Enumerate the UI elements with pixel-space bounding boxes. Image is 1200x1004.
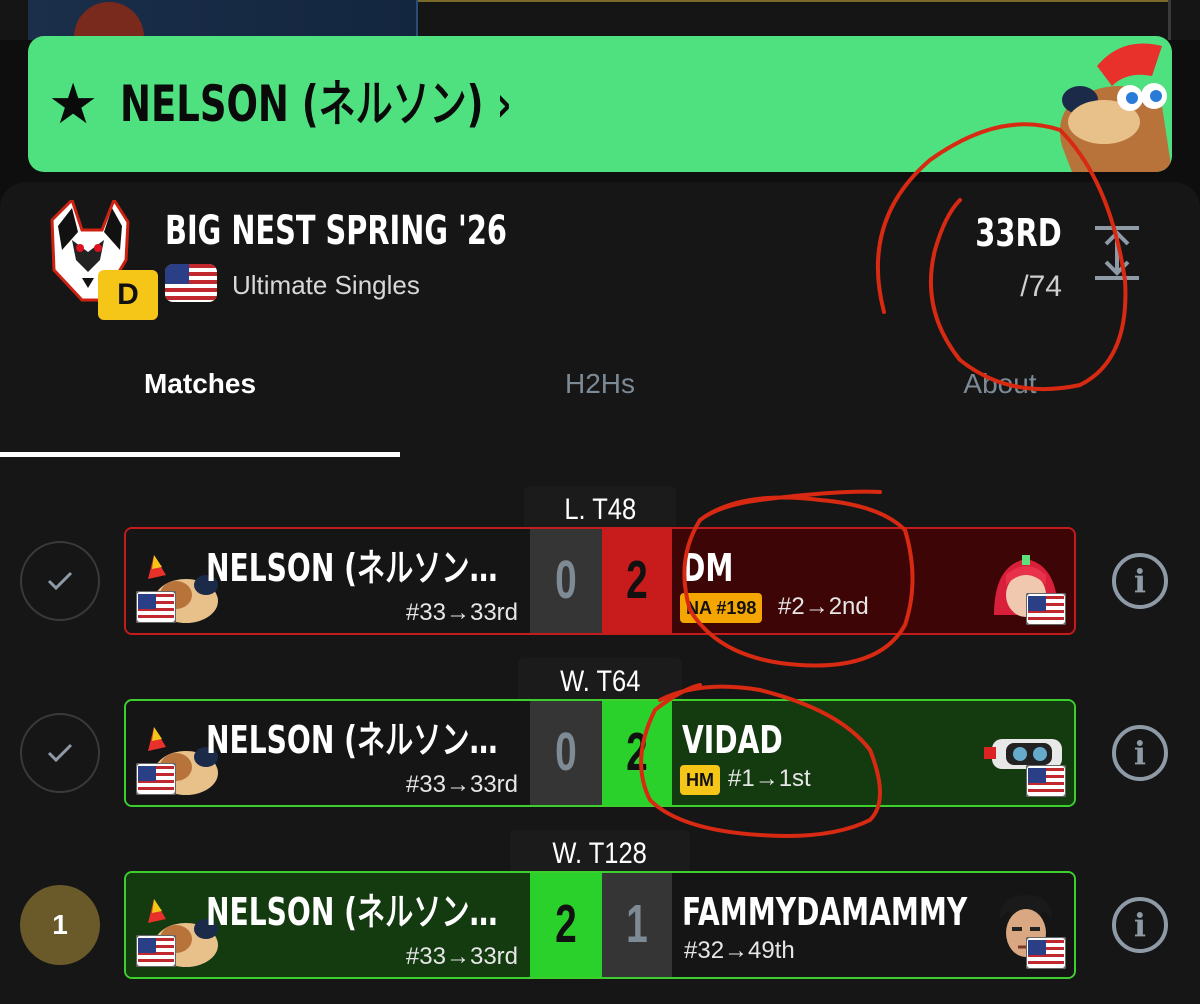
character-mascot-icon <box>1042 36 1172 172</box>
us-flag-icon <box>1025 936 1067 970</box>
player2-panel: DM NA #198 #2→2nd <box>672 529 1074 633</box>
info-icon[interactable]: i <box>1112 897 1168 953</box>
player2-name: DM <box>682 546 734 590</box>
round-label: L. T48 <box>524 486 676 532</box>
player1-seed: #33→33rd <box>405 943 518 970</box>
tab-h2hs[interactable]: H2Hs <box>400 368 800 400</box>
entrants-count: /74 <box>1020 270 1062 303</box>
player1-panel: NELSON (ネルソン… #33→33rd <box>126 529 530 633</box>
player1-score: 0 <box>530 701 602 805</box>
info-icon[interactable]: i <box>1112 725 1168 781</box>
ranking-badge: NA #198 <box>680 593 763 623</box>
match-row[interactable]: NELSON (ネルソン… #33→33rd 0 2 VIDAD HM #1→1… <box>124 699 1076 807</box>
player2-name: FAMMYDAMAMMY <box>682 890 968 934</box>
star-icon: ★ <box>48 72 99 135</box>
player1-seed: #33→33rd <box>405 771 518 798</box>
player2-name: VIDAD <box>682 718 783 762</box>
player-banner[interactable]: ★ NELSON (ネルソン) › <box>28 36 1172 172</box>
hm-badge: HM <box>680 765 720 795</box>
match-row[interactable]: NELSON (ネルソン… #33→33rd 0 2 DM NA #198 #2… <box>124 527 1076 635</box>
completed-check-icon <box>20 541 100 621</box>
event-title: BIG NEST SPRING '26 <box>165 208 507 254</box>
player2-score: 1 <box>602 873 672 977</box>
placing-value: 33RD <box>975 211 1062 255</box>
player2-score: 2 <box>602 529 672 633</box>
player2-panel: FAMMYDAMAMMY #32→49th <box>672 873 1074 977</box>
player2-seed: #1→1st <box>728 765 811 792</box>
player2-score: 2 <box>602 701 672 805</box>
player-photo-thumbnail <box>28 0 418 40</box>
match-row[interactable]: NELSON (ネルソン… #33→33rd 2 1 FAMMYDAMAMMY … <box>124 871 1076 979</box>
match-number-badge: 1 <box>20 885 100 965</box>
us-flag-icon <box>165 264 217 302</box>
player1-name: NELSON (ネルソン… <box>206 546 498 590</box>
background-strip <box>0 0 1200 40</box>
player1-seed: #33→33rd <box>405 599 518 626</box>
player-banner-name: NELSON (ネルソン) › <box>120 75 512 133</box>
us-flag-icon <box>135 934 177 968</box>
tab-matches[interactable]: Matches <box>0 368 400 400</box>
player2-panel: VIDAD HM #1→1st <box>672 701 1074 805</box>
us-flag-icon <box>135 762 177 796</box>
completed-check-icon <box>20 713 100 793</box>
round-label: W. T128 <box>510 830 690 876</box>
player1-panel: NELSON (ネルソン… #33→33rd <box>126 701 530 805</box>
placing-display: 33RD /74 <box>948 208 1062 303</box>
info-icon[interactable]: i <box>1112 553 1168 609</box>
player2-seed: #32→49th <box>684 937 795 964</box>
player2-seed: #2→2nd <box>778 593 869 620</box>
active-tab-indicator <box>0 452 400 457</box>
event-game-label: Ultimate Singles <box>232 270 420 300</box>
collapse-expand-icon[interactable] <box>1092 224 1142 284</box>
player1-score: 0 <box>530 529 602 633</box>
tier-badge: D <box>98 270 158 320</box>
player1-name: NELSON (ネルソン… <box>206 718 498 762</box>
player1-panel: NELSON (ネルソン… #33→33rd <box>126 873 530 977</box>
player1-name: NELSON (ネルソン… <box>206 890 498 934</box>
round-label: W. T64 <box>518 658 682 704</box>
us-flag-icon <box>135 590 177 624</box>
us-flag-icon <box>1025 764 1067 798</box>
player1-score: 2 <box>530 873 602 977</box>
tab-about[interactable]: About <box>800 368 1200 400</box>
us-flag-icon <box>1025 592 1067 626</box>
